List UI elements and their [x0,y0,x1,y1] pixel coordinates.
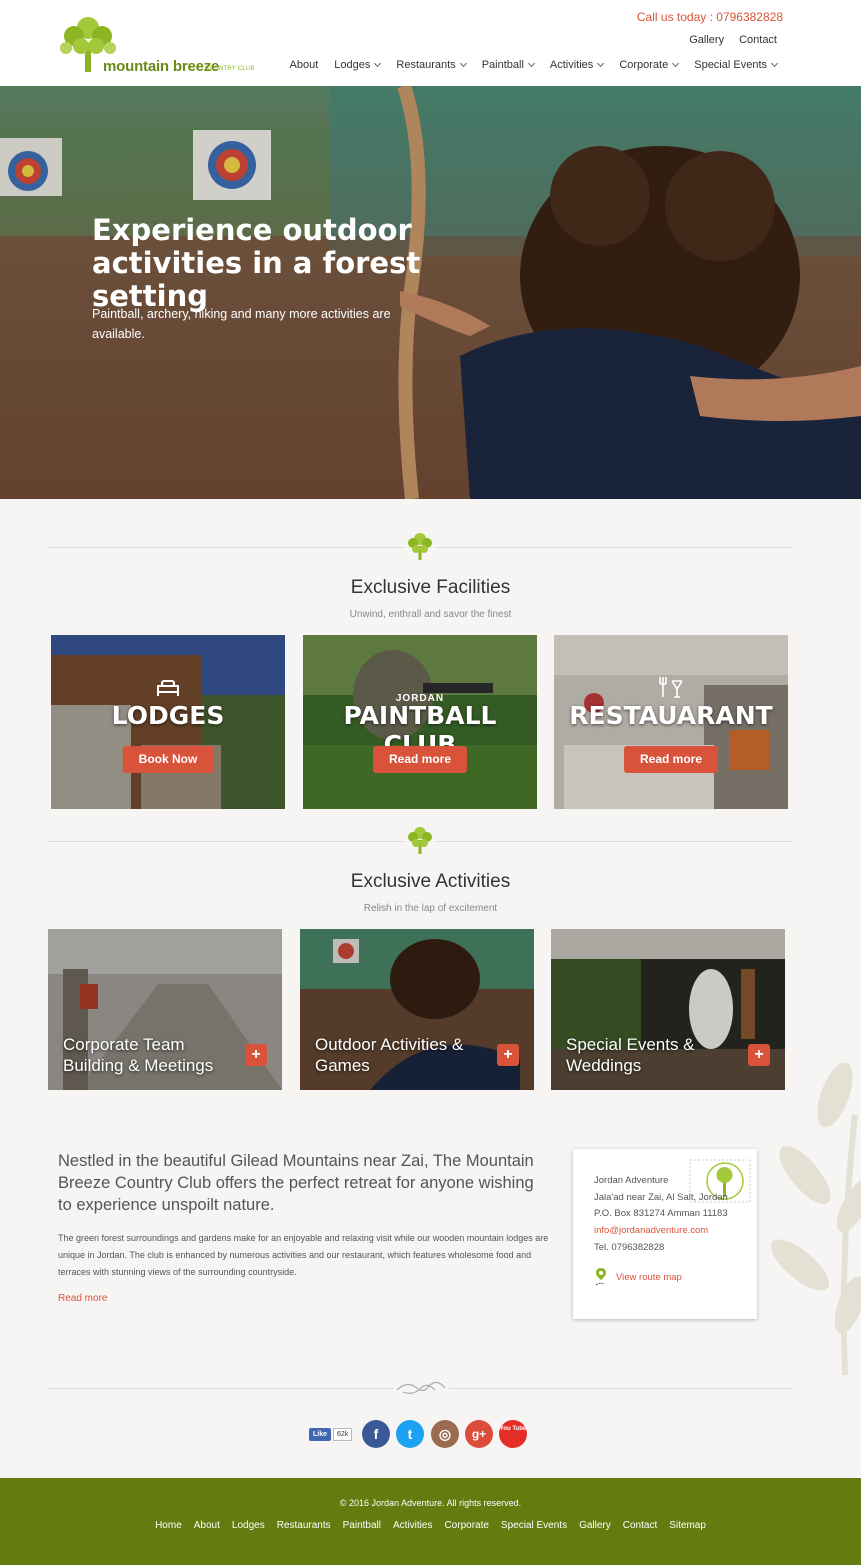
nav-special-events-label: Special Events [694,59,767,71]
activity-corporate[interactable]: Corporate Team Building & Meetings + [48,929,282,1090]
activities-subtitle: Relish in the lap of excitement [363,903,498,914]
facebook-like-widget[interactable]: Like 62k [309,1428,353,1441]
chevron-down-icon [527,59,535,68]
about-read-more-link[interactable]: Read more [58,1293,107,1304]
activity-events-label: Special Events & Weddings [566,1035,695,1075]
gallery-link[interactable]: Gallery [689,34,724,46]
plus-icon[interactable]: + [245,1044,267,1066]
nav-paintball-label: Paintball [481,59,524,71]
tree-icon [404,530,436,562]
chevron-down-icon [597,59,605,68]
hero-text: Paintball, archery, hiking and many more… [92,307,391,341]
utility-nav: Gallery Contact [689,34,777,46]
instagram-icon[interactable]: ◎ [431,1420,459,1448]
facebook-icon[interactable]: f [362,1420,390,1448]
copyright-text: © 2016 Jordan Adventure. All rights rese… [339,1498,522,1508]
activity-outdoor[interactable]: Outdoor Activities & Games + [300,929,534,1090]
footer-link-lodges[interactable]: Lodges [232,1520,265,1531]
footer-link-corporate[interactable]: Corporate [444,1520,488,1531]
hero-title: Experience outdoor activities in a fores… [92,213,421,313]
contact-tel: Tel. 0796382828 [594,1242,665,1253]
nav-about[interactable]: About [290,59,319,71]
nav-restaurants-label: Restaurants [396,59,456,71]
contact-email-link[interactable]: info@jordanadventure.com [594,1225,708,1236]
contact-link[interactable]: Contact [739,34,777,46]
footer-link-home[interactable]: Home [155,1520,182,1531]
nav-special-events[interactable]: Special Events [694,59,779,71]
activities-title: Exclusive Activities [350,871,511,892]
map-pin-icon [595,1268,606,1286]
footer-link-activities[interactable]: Activities [393,1520,432,1531]
footer-link-contact[interactable]: Contact [623,1520,657,1531]
nav-about-label: About [289,59,319,71]
paintball-card[interactable]: JORDAN PAINTBALL CLUB Read more [303,635,537,809]
chevron-down-icon [459,59,467,68]
bed-icon [157,680,179,696]
nav-corporate-label: Corporate [619,59,669,71]
footer-link-gallery[interactable]: Gallery [579,1520,611,1531]
facilities-subtitle: Unwind, enthrall and savor the finest [349,609,512,620]
footer-link-restaurants[interactable]: Restaurants [277,1520,331,1531]
nav-activities-label: Activities [549,59,594,71]
youtube-icon[interactable]: You Tube [499,1420,527,1448]
about-heading: Nestled in the beautiful Gilead Mountain… [58,1152,534,1214]
contact-company: Jordan Adventure [594,1175,669,1186]
contact-card: Jordan Adventure Jala'ad near Zai, Al Sa… [573,1149,757,1319]
activity-outdoor-label: Outdoor Activities & Games [315,1035,464,1075]
contact-address1: Jala'ad near Zai, Al Salt, Jordan [594,1192,728,1203]
lodges-card[interactable]: LODGES Book Now [51,635,285,809]
chevron-down-icon [374,59,382,68]
footer-link-about[interactable]: About [194,1520,220,1531]
chevron-down-icon [672,59,680,68]
site-header: mountain breeze COUNTRY CLUB Call us tod… [0,0,861,86]
activity-corporate-label: Corporate Team Building & Meetings [63,1035,214,1075]
hero-banner: Experience outdoor activities in a fores… [0,86,861,499]
plus-icon[interactable]: + [497,1044,519,1066]
about-body: The green forest surroundings and garden… [58,1233,549,1277]
book-now-button[interactable]: Book Now [122,746,214,773]
contact-address2: P.O. Box 831274 Amman 11183 [594,1208,728,1219]
facilities-title: Exclusive Facilities [350,577,511,598]
twitter-icon[interactable]: t [396,1420,424,1448]
nav-paintball[interactable]: Paintball [481,59,535,71]
footer-link-sitemap[interactable]: Sitemap [669,1520,706,1531]
chevron-down-icon [770,59,779,68]
ornament-icon [393,1378,449,1398]
footer-nav: Home About Lodges Restaurants Paintball … [0,1520,861,1531]
cutlery-icon [659,677,683,698]
restaurant-card-title: RESTAUARANT [569,701,773,730]
footer-link-paintball[interactable]: Paintball [343,1520,381,1531]
main-nav: About Lodges Restaurants Paintball Activ… [290,59,779,71]
restaurant-read-more-button[interactable]: Read more [623,746,719,773]
call-us-text: Call us today : 0796382828 [636,10,783,24]
nav-lodges[interactable]: Lodges [334,59,382,71]
like-count: 62k [333,1428,353,1441]
logo-sub-text: COUNTRY CLUB [205,66,255,72]
restaurant-card[interactable]: RESTAUARANT Read more [554,635,788,809]
tree-icon [404,824,436,856]
nav-restaurants[interactable]: Restaurants [396,59,467,71]
view-route-map-link[interactable]: View route map [594,1267,682,1287]
paintball-read-more-button[interactable]: Read more [372,746,468,773]
view-route-map-label: View route map [616,1271,682,1283]
footer-link-special-events[interactable]: Special Events [501,1520,567,1531]
logo-main-text: mountain breeze [103,58,220,75]
site-logo[interactable]: mountain breeze COUNTRY CLUB [57,14,267,76]
nav-lodges-label: Lodges [334,59,371,71]
lodges-card-title: LODGES [111,701,225,730]
google-plus-icon[interactable]: g+ [465,1420,493,1448]
nav-activities[interactable]: Activities [549,59,605,71]
nav-corporate[interactable]: Corporate [619,59,680,71]
leaf-decoration [770,1062,861,1375]
facebook-like-button[interactable]: Like [309,1428,332,1441]
